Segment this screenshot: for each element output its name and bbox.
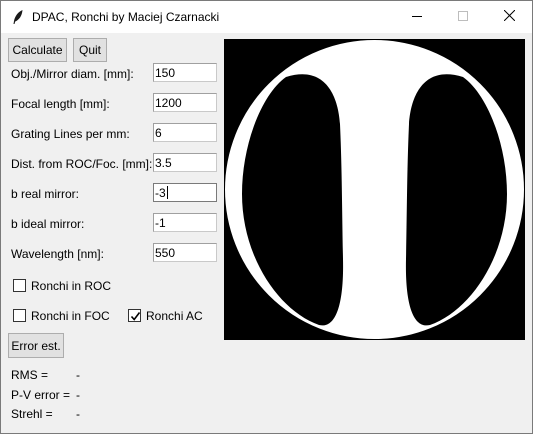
- minimize-button[interactable]: [394, 1, 440, 33]
- pv-error-value: -: [76, 388, 80, 402]
- distance-field[interactable]: 3.5: [153, 153, 217, 172]
- app-window: DPAC, Ronchi by Maciej Czarnacki Calcula…: [0, 0, 533, 434]
- mirror-diameter-label: Obj./Mirror diam. [mm]:: [11, 67, 134, 81]
- ronchi-foc-checkbox[interactable]: [13, 309, 26, 322]
- ronchi-ac-label[interactable]: Ronchi AC: [146, 309, 203, 323]
- ronchi-roc-checkbox[interactable]: [13, 279, 26, 292]
- distance-label: Dist. from ROC/Foc. [mm]:: [11, 157, 153, 171]
- checkmark-icon: [130, 312, 141, 321]
- error-estimate-button[interactable]: Error est.: [8, 333, 64, 358]
- focal-length-label: Focal length [mm]:: [11, 97, 110, 111]
- ronchigram-canvas: [224, 39, 525, 340]
- maximize-button[interactable]: [440, 1, 486, 33]
- rms-label: RMS =: [11, 368, 49, 382]
- maximize-icon: [458, 10, 468, 24]
- b-ideal-mirror-field[interactable]: -1: [153, 213, 217, 232]
- grating-lines-label: Grating Lines per mm:: [11, 127, 130, 141]
- focal-length-field[interactable]: 1200: [153, 93, 217, 112]
- b-real-mirror-field[interactable]: -3: [153, 183, 217, 202]
- wavelength-field[interactable]: 550: [153, 243, 217, 262]
- quit-button[interactable]: Quit: [73, 38, 107, 62]
- close-button[interactable]: [486, 1, 532, 33]
- strehl-label: Strehl =: [11, 407, 53, 421]
- b-real-mirror-value: -3: [155, 186, 166, 200]
- mirror-diameter-field[interactable]: 150: [153, 63, 217, 82]
- text-caret: [166, 186, 168, 199]
- b-ideal-mirror-label: b ideal mirror:: [11, 217, 85, 231]
- ronchi-roc-label[interactable]: Ronchi in ROC: [31, 279, 111, 293]
- minimize-icon: [412, 10, 422, 24]
- ronchigram-image: [224, 39, 525, 340]
- close-icon: [503, 9, 515, 24]
- feather-icon: [11, 9, 25, 25]
- pv-error-label: P-V error =: [11, 388, 71, 402]
- calculate-button[interactable]: Calculate: [8, 38, 67, 62]
- b-real-mirror-label: b real mirror:: [11, 187, 80, 201]
- ronchi-ac-checkbox[interactable]: [128, 309, 141, 322]
- grating-lines-field[interactable]: 6: [153, 123, 217, 142]
- window-title: DPAC, Ronchi by Maciej Czarnacki: [32, 10, 220, 24]
- rms-value: -: [76, 368, 80, 382]
- strehl-value: -: [76, 407, 80, 421]
- wavelength-label: Wavelength [nm]:: [11, 247, 104, 261]
- title-bar[interactable]: DPAC, Ronchi by Maciej Czarnacki: [1, 1, 532, 33]
- ronchi-foc-label[interactable]: Ronchi in FOC: [31, 309, 110, 323]
